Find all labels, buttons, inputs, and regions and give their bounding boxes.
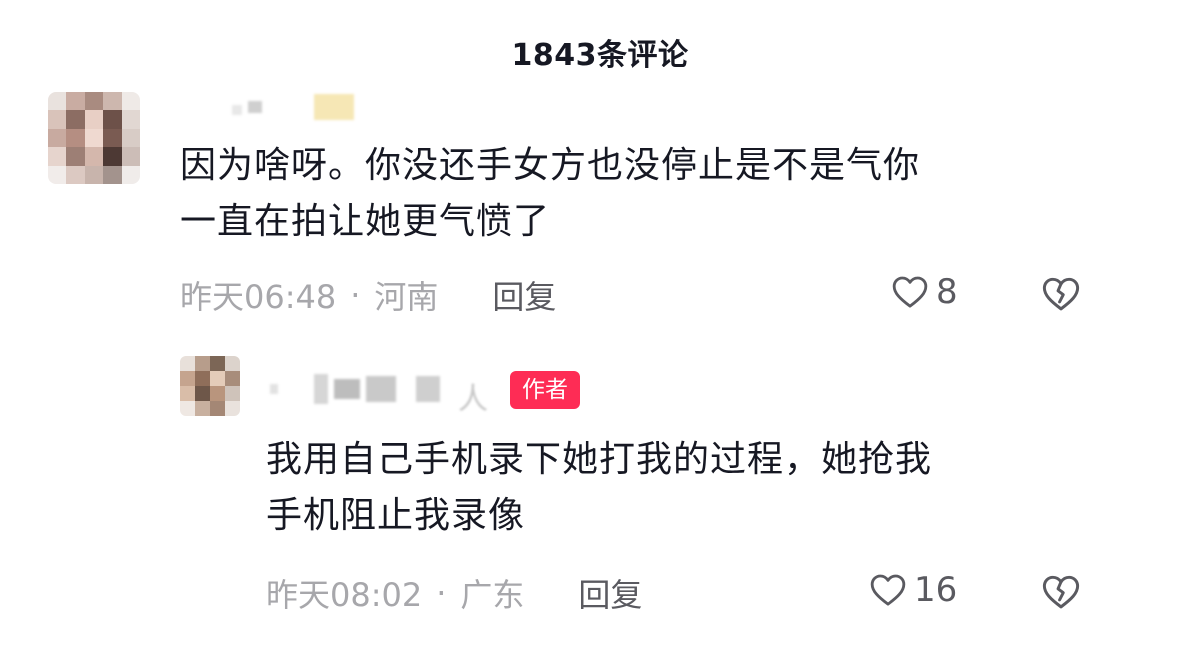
avatar-pixel	[180, 356, 195, 371]
avatar-pixel	[195, 371, 210, 386]
reply-text-line: 手机阻止我录像	[266, 495, 526, 536]
avatar-pixel	[210, 401, 225, 416]
avatar-pixel	[48, 147, 67, 166]
avatar-pixel	[66, 165, 85, 184]
comment-time: 昨天06:48	[180, 278, 337, 316]
avatar-pixel	[210, 356, 225, 371]
comment-meta: 昨天06:48 · 河南 回复	[180, 272, 556, 318]
avatar-pixel	[48, 92, 67, 111]
reply-text-line: 我用自己手机录下她打我的过程，她抢我	[266, 439, 933, 480]
comment-text-line: 一直在拍让她更气愤了	[180, 201, 551, 242]
avatar-pixel	[103, 128, 122, 148]
avatar-pixel	[66, 128, 85, 148]
avatar-pixel	[66, 92, 85, 111]
comment-text: 因为啥呀。你没还手女方也没停止是不是气你 一直在拍让她更气愤了	[180, 138, 1100, 250]
avatar-pixel	[48, 128, 67, 148]
avatar-pixel	[210, 386, 225, 401]
heart-outline-icon	[892, 276, 928, 308]
avatar-pixel	[225, 386, 240, 401]
broken-heart-icon[interactable]	[1040, 273, 1082, 315]
reply-button[interactable]: 回复	[578, 570, 642, 616]
avatar-pixel	[225, 401, 240, 416]
avatar-pixel	[225, 371, 240, 386]
reply-location: 广东	[460, 576, 525, 614]
author-badge: 作者	[510, 371, 580, 409]
avatar-pixel	[180, 386, 195, 401]
comments-panel: 1843条评论 因为啥呀。你没还手女方也没停止是不是气你 一直在拍让她更气愤了 …	[0, 0, 1200, 658]
avatar-pixel	[66, 147, 85, 166]
avatar-pixel	[195, 401, 210, 416]
comment-count-title: 1843条评论	[511, 38, 689, 73]
avatar-pixel	[121, 128, 140, 148]
avatar-pixel	[103, 110, 122, 129]
avatar-pixel	[84, 147, 104, 166]
avatar-pixel	[121, 165, 140, 184]
avatar-pixel	[225, 356, 240, 371]
meta-separator: ·	[436, 574, 447, 612]
avatar[interactable]	[180, 356, 240, 416]
username-blurred[interactable]	[232, 92, 354, 122]
like-count: 16	[914, 570, 958, 610]
comment-location: 河南	[374, 278, 439, 316]
avatar-pixel	[121, 110, 140, 129]
avatar-pixel	[180, 401, 195, 416]
avatar-pixel	[195, 356, 210, 371]
reply-text: 我用自己手机录下她打我的过程，她抢我 手机阻止我录像	[266, 432, 1086, 544]
avatar-pixel	[84, 128, 104, 148]
avatar-pixel	[84, 110, 104, 129]
avatar-pixel	[195, 386, 210, 401]
avatar[interactable]	[48, 92, 140, 184]
avatar-pixel	[121, 147, 140, 166]
reply-button[interactable]: 回复	[492, 272, 556, 318]
like-button[interactable]: 8	[890, 272, 958, 312]
avatar-pixel	[121, 92, 140, 111]
avatar-pixel	[48, 110, 67, 129]
avatar-pixel	[66, 110, 85, 129]
broken-heart-icon[interactable]	[1040, 571, 1082, 613]
avatar-pixel	[103, 92, 122, 111]
avatar-pixel	[210, 371, 225, 386]
avatar-pixel	[84, 165, 104, 184]
heart-outline-icon	[870, 574, 906, 606]
username-blurred[interactable]	[270, 372, 440, 406]
meta-separator: ·	[350, 276, 361, 314]
avatar-pixel	[103, 147, 122, 166]
reply-meta: 昨天08:02 · 广东 回复	[266, 570, 642, 616]
reply-time: 昨天08:02	[266, 576, 423, 614]
avatar-pixel	[48, 165, 67, 184]
username-suffix: 人	[458, 382, 488, 417]
avatar-pixel	[84, 92, 104, 111]
avatar-pixel	[103, 165, 122, 184]
like-button[interactable]: 16	[868, 570, 957, 610]
comment-text-line: 因为啥呀。你没还手女方也没停止是不是气你	[180, 145, 921, 186]
avatar-pixel	[180, 371, 195, 386]
like-count: 8	[936, 272, 958, 312]
